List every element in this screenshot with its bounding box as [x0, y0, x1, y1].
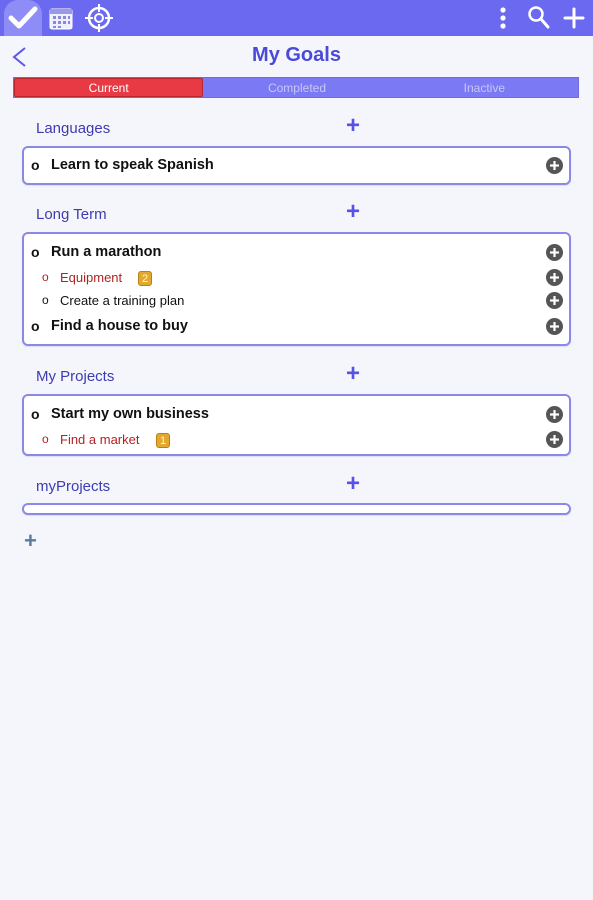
add-subgoal-button[interactable]	[546, 318, 563, 335]
goal-card-languages: o Learn to speak Spanish	[22, 146, 571, 185]
bullet: o	[42, 293, 49, 307]
status-segmented-control: Current Completed Inactive	[13, 77, 579, 98]
add-icon	[563, 7, 585, 29]
add-goal-to-section-button[interactable]: +	[346, 362, 360, 386]
subgoal-label: Create a training plan	[60, 293, 185, 308]
plus-icon	[550, 435, 559, 444]
add-subgoal-button[interactable]	[546, 292, 563, 309]
add-subgoal-button[interactable]	[546, 269, 563, 286]
plus-icon	[550, 322, 559, 331]
plus-icon	[550, 161, 559, 170]
goal-card-myprojects-empty	[22, 503, 571, 515]
goal-label: Run a marathon	[51, 244, 162, 260]
add-goal-to-section-button[interactable]: +	[346, 114, 360, 138]
goal-label: Find a house to buy	[51, 318, 188, 334]
add-subgoal-button[interactable]	[546, 406, 563, 423]
search-icon	[528, 6, 550, 29]
goal-row[interactable]: o Start my own business	[24, 403, 569, 427]
page-title: My Goals	[252, 44, 341, 66]
segment-inactive[interactable]: Inactive	[391, 78, 578, 97]
section-title: Long Term	[36, 206, 107, 223]
goals-check-icon	[8, 6, 38, 29]
plus-icon	[550, 273, 559, 282]
subgoal-label: Equipment	[60, 270, 123, 285]
goal-row[interactable]: o Run a marathon	[24, 241, 569, 265]
goals-tab[interactable]	[4, 0, 42, 36]
overflow-menu-icon	[500, 7, 506, 29]
plus-icon	[550, 248, 559, 257]
goal-label: Start my own business	[51, 406, 209, 422]
add-goal-to-section-button[interactable]: +	[346, 472, 360, 496]
add-subgoal-button[interactable]	[546, 431, 563, 448]
calendar-icon	[49, 8, 73, 30]
plus-icon	[550, 296, 559, 305]
bullet: o	[31, 157, 40, 173]
bullet: o	[31, 318, 40, 334]
section-header-my-projects: My Projects +	[36, 362, 576, 388]
count-badge: 1	[156, 433, 170, 448]
target-icon	[85, 4, 113, 32]
bullet: o	[31, 406, 40, 422]
segment-completed[interactable]: Completed	[203, 78, 390, 97]
section-header-myprojects: myProjects +	[36, 472, 576, 498]
add-category-button[interactable]: +	[24, 530, 37, 552]
add-subgoal-button[interactable]	[546, 157, 563, 174]
search-button[interactable]	[526, 4, 552, 32]
add-goal-button[interactable]	[561, 4, 587, 32]
section-title: Languages	[36, 120, 111, 137]
count-badge: 2	[138, 271, 152, 286]
subgoal-row[interactable]: o Create a training plan	[24, 289, 569, 313]
goal-card-my-projects: o Start my own business o Find a market …	[22, 394, 571, 456]
subgoal-row[interactable]: o Find a market 1	[24, 428, 569, 452]
add-goal-to-section-button[interactable]: +	[346, 200, 360, 224]
bullet: o	[42, 270, 49, 284]
goal-card-long-term: o Run a marathon o Equipment 2 o Create …	[22, 232, 571, 346]
segment-current[interactable]: Current	[14, 78, 204, 97]
goal-label: Learn to speak Spanish	[51, 157, 214, 173]
action-bar	[0, 0, 593, 36]
target-tab[interactable]	[80, 0, 118, 36]
section-header-languages: Languages +	[36, 114, 576, 140]
bullet: o	[31, 244, 40, 260]
bullet: o	[42, 432, 49, 446]
plus-icon	[550, 410, 559, 419]
subgoal-label: Find a market	[60, 432, 140, 447]
subgoal-row[interactable]: o Equipment 2	[24, 266, 569, 290]
goal-row[interactable]: o Learn to speak Spanish	[24, 154, 569, 178]
goal-row[interactable]: o Find a house to buy	[24, 315, 569, 339]
add-subgoal-button[interactable]	[546, 244, 563, 261]
section-header-long-term: Long Term +	[36, 200, 576, 226]
overflow-menu-button[interactable]	[494, 4, 512, 32]
section-title: My Projects	[36, 368, 115, 385]
section-title: myProjects	[36, 478, 111, 495]
calendar-tab[interactable]	[42, 0, 80, 36]
